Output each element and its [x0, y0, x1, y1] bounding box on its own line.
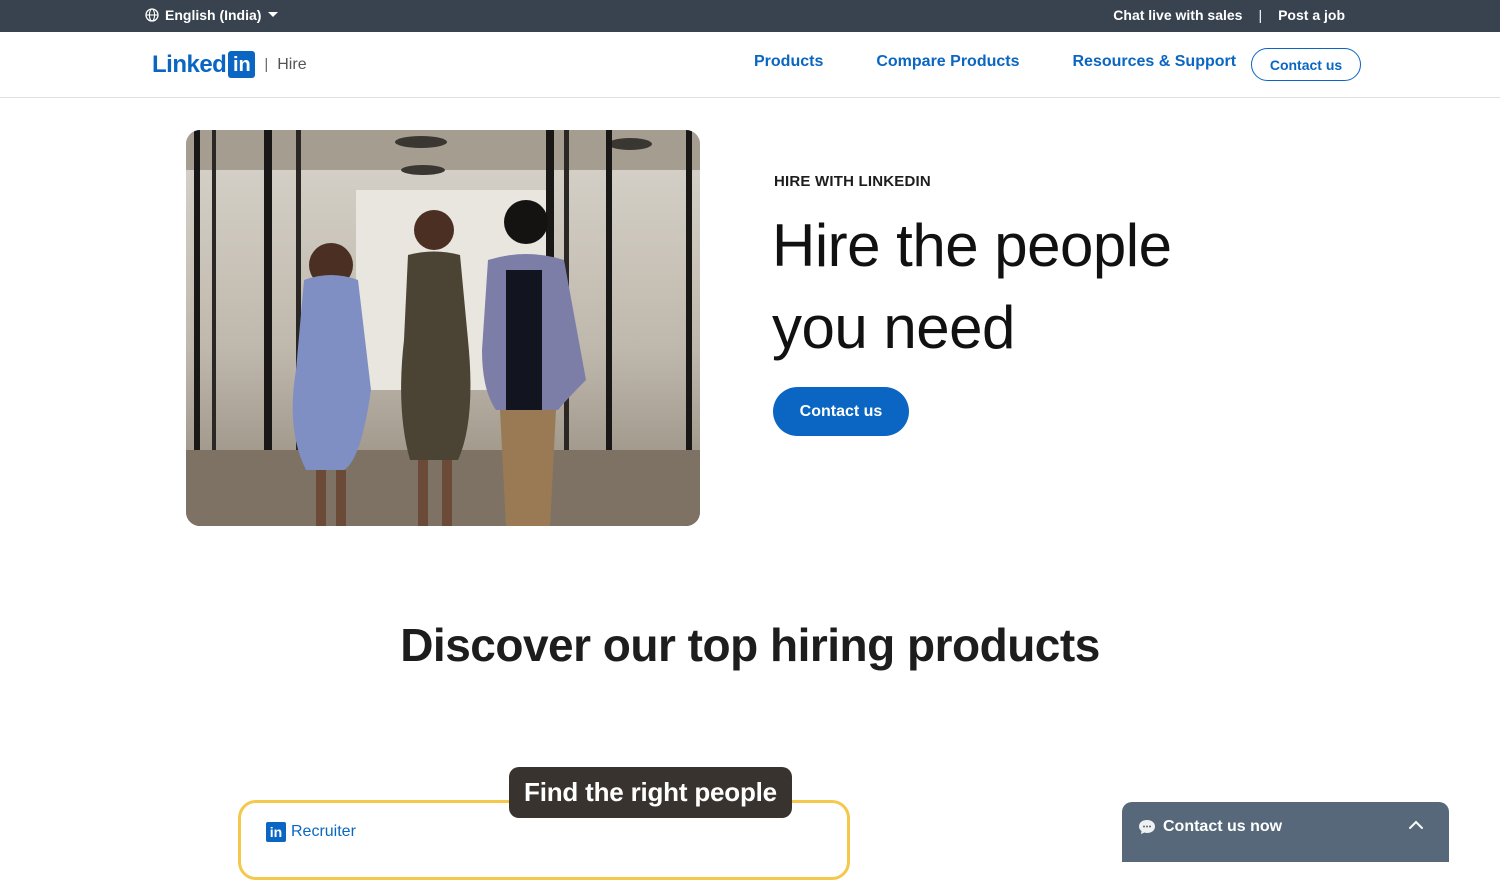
hero-title-line-1: Hire the people	[772, 212, 1172, 279]
hero-title-line-2: you need	[772, 294, 1015, 361]
hero-image	[186, 130, 700, 526]
nav-contact-us-button[interactable]: Contact us	[1251, 48, 1361, 81]
utility-links: Chat live with sales | Post a job	[1113, 7, 1345, 23]
caret-down-icon	[268, 12, 279, 17]
utility-separator: |	[1258, 7, 1263, 23]
hero-contact-us-button[interactable]: Contact us	[773, 387, 909, 436]
hero-photo-illustration	[186, 130, 700, 526]
product-name: Recruiter	[291, 823, 356, 840]
product-card-label: Find the right people	[509, 767, 792, 818]
linkedin-hire-logo[interactable]: Linked in | Hire	[152, 51, 307, 78]
discover-heading: Discover our top hiring products	[400, 619, 1100, 671]
chat-bubble-icon	[1139, 820, 1155, 834]
logo-wordmark: Linked	[152, 50, 227, 78]
linkedin-icon: in	[266, 822, 286, 842]
main-nav: Linked in | Hire Products Compare Produc…	[0, 32, 1500, 98]
logo-subbrand: Hire	[277, 55, 307, 73]
post-job-link[interactable]: Post a job	[1278, 7, 1345, 23]
chat-widget-label: Contact us now	[1163, 818, 1283, 835]
nav-link-compare-products[interactable]: Compare Products	[876, 53, 1019, 71]
language-label: English (India)	[165, 7, 262, 23]
utility-bar: English (India) Chat live with sales | P…	[0, 0, 1500, 32]
chat-live-link[interactable]: Chat live with sales	[1113, 7, 1242, 23]
nav-link-resources-support[interactable]: Resources & Support	[1072, 53, 1236, 71]
recruiter-product-logo: in Recruiter	[266, 822, 356, 842]
nav-link-products[interactable]: Products	[754, 53, 823, 71]
chat-widget[interactable]: Contact us now	[1122, 802, 1449, 862]
language-selector[interactable]: English (India)	[145, 7, 279, 23]
hero-title: Hire the people you need	[772, 205, 1292, 369]
nav-links: Products Compare Products Resources & Su…	[754, 53, 1236, 71]
globe-icon	[145, 8, 159, 22]
logo-in-box: in	[228, 51, 256, 78]
logo-divider: |	[264, 56, 269, 73]
chevron-up-icon[interactable]	[1408, 820, 1424, 830]
hero-eyebrow: HIRE WITH LINKEDIN	[774, 173, 931, 190]
